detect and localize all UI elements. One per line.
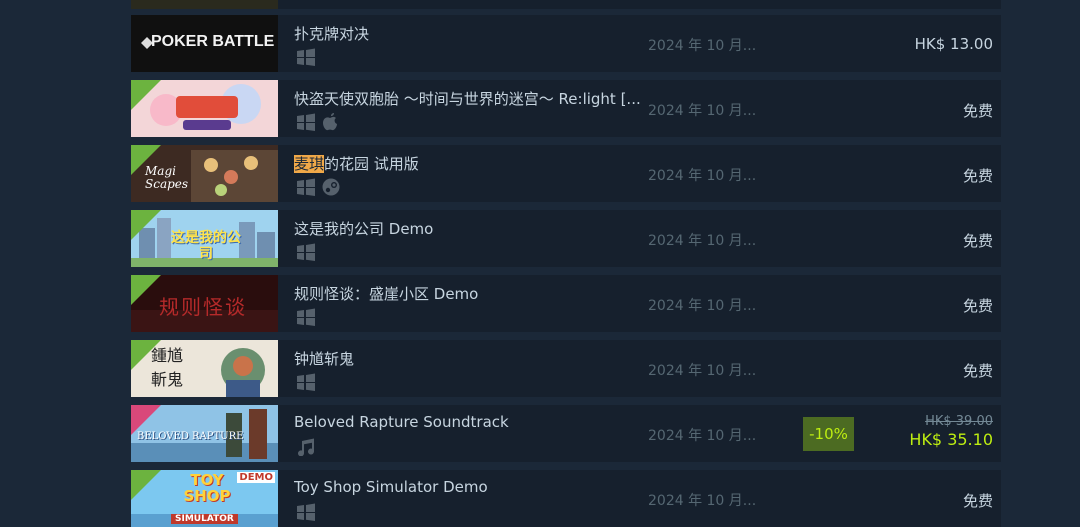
game-capsule-image xyxy=(131,80,278,137)
game-title: 麦琪的花园 试用版 xyxy=(294,155,419,173)
capsule-title: POKER BATTLE xyxy=(151,33,275,50)
platform-icons xyxy=(296,48,316,66)
release-date: 2024 年 10 月... xyxy=(648,363,757,379)
windows-icon xyxy=(296,243,316,261)
original-price: HK$ 39.00 xyxy=(925,414,993,429)
release-date: 2024 年 10 月... xyxy=(648,168,757,184)
list-item[interactable]: Magi Scapes 麦琪的花园 试用版 2024 年 10 月... 免费 xyxy=(131,145,1001,202)
game-title: Toy Shop Simulator Demo xyxy=(294,478,488,496)
price: 免费 xyxy=(962,102,993,120)
soundtrack-badge xyxy=(131,405,161,435)
game-title: 钟馗斩鬼 xyxy=(294,350,355,368)
release-date: 2024 年 10 月... xyxy=(648,38,757,54)
price: HK$ 39.00 HK$ 35.10 xyxy=(909,414,993,450)
capsule-subtitle: SIMULATOR xyxy=(171,514,238,524)
game-capsule-image: Magi Scapes xyxy=(131,145,278,202)
capsule-title: 这是我的公司 xyxy=(171,230,241,262)
price: 免费 xyxy=(962,492,993,510)
list-item[interactable]: TOY SHOP SIMULATOR DEMO Toy Shop Simulat… xyxy=(131,470,1001,527)
game-title: 快盗天使双胞胎 ～时间与世界的迷宫～ Re:light [... xyxy=(294,90,641,108)
game-capsule-image: TOY SHOP SIMULATOR DEMO xyxy=(131,470,278,527)
game-capsule-image: POKER BATTLE xyxy=(131,15,278,72)
price: 免费 xyxy=(962,362,993,380)
new-badge xyxy=(131,80,161,110)
price: 免费 xyxy=(962,167,993,185)
platform-icons xyxy=(296,373,316,391)
steam-icon xyxy=(322,178,340,196)
game-capsule-image: 规则怪谈 xyxy=(131,275,278,332)
new-badge xyxy=(131,210,161,240)
game-capsule-image: 鍾馗斬鬼 xyxy=(131,340,278,397)
platform-icons xyxy=(296,308,316,326)
game-capsule-image xyxy=(131,0,278,9)
capsule-title: TOY SHOP xyxy=(183,471,231,505)
windows-icon xyxy=(296,503,316,521)
windows-icon xyxy=(296,373,316,391)
demo-label: DEMO xyxy=(237,472,275,483)
apple-icon xyxy=(322,113,338,131)
final-price: HK$ 35.10 xyxy=(909,430,993,449)
release-date: 2024 年 10 月... xyxy=(648,233,757,249)
price: 免费 xyxy=(962,297,993,315)
list-item[interactable]: POKER BATTLE 扑克牌对决 2024 年 10 月... HK$ 13… xyxy=(131,15,1001,72)
game-capsule-image: BELOVED RAPTURE xyxy=(131,405,278,462)
game-title: 规则怪谈：盛崖小区 Demo xyxy=(294,285,479,303)
search-highlight: 麦琪 xyxy=(294,155,325,173)
list-item[interactable]: 这是我的公司 这是我的公司 Demo 2024 年 10 月... 免费 xyxy=(131,210,1001,267)
game-capsule-image: 这是我的公司 xyxy=(131,210,278,267)
game-title: 扑克牌对决 xyxy=(294,25,370,43)
list-item[interactable]: 鍾馗斬鬼 钟馗斩鬼 2024 年 10 月... 免费 xyxy=(131,340,1001,397)
list-item[interactable]: 规则怪谈 规则怪谈：盛崖小区 Demo 2024 年 10 月... 免费 xyxy=(131,275,1001,332)
windows-icon xyxy=(296,48,316,66)
new-badge xyxy=(131,275,161,305)
release-date: 2024 年 10 月... xyxy=(648,298,757,314)
new-badge xyxy=(131,340,161,370)
release-date: 2024 年 10 月... xyxy=(648,493,757,509)
release-date: 2024 年 10 月... xyxy=(648,103,757,119)
windows-icon xyxy=(296,178,316,196)
capsule-title: 规则怪谈 xyxy=(159,295,247,319)
windows-icon xyxy=(296,113,316,131)
platform-icons xyxy=(296,438,316,456)
list-item[interactable]: BELOVED RAPTURE Beloved Rapture Soundtra… xyxy=(131,405,1001,462)
list-item[interactable] xyxy=(131,0,1001,9)
windows-icon xyxy=(296,308,316,326)
platform-icons xyxy=(296,113,338,131)
game-title: Beloved Rapture Soundtrack xyxy=(294,413,509,431)
list-item[interactable]: 快盗天使双胞胎 ～时间与世界的迷宫～ Re:light [... 2024 年 … xyxy=(131,80,1001,137)
price: 免费 xyxy=(962,232,993,250)
music-icon xyxy=(296,438,316,456)
price: HK$ 13.00 xyxy=(914,35,993,53)
platform-icons xyxy=(296,178,340,196)
new-badge xyxy=(131,145,161,175)
game-title: 这是我的公司 Demo xyxy=(294,220,434,238)
platform-icons xyxy=(296,243,316,261)
discount-badge: -10% xyxy=(803,417,854,451)
release-date: 2024 年 10 月... xyxy=(648,428,757,444)
platform-icons xyxy=(296,503,316,521)
new-badge xyxy=(131,470,161,500)
